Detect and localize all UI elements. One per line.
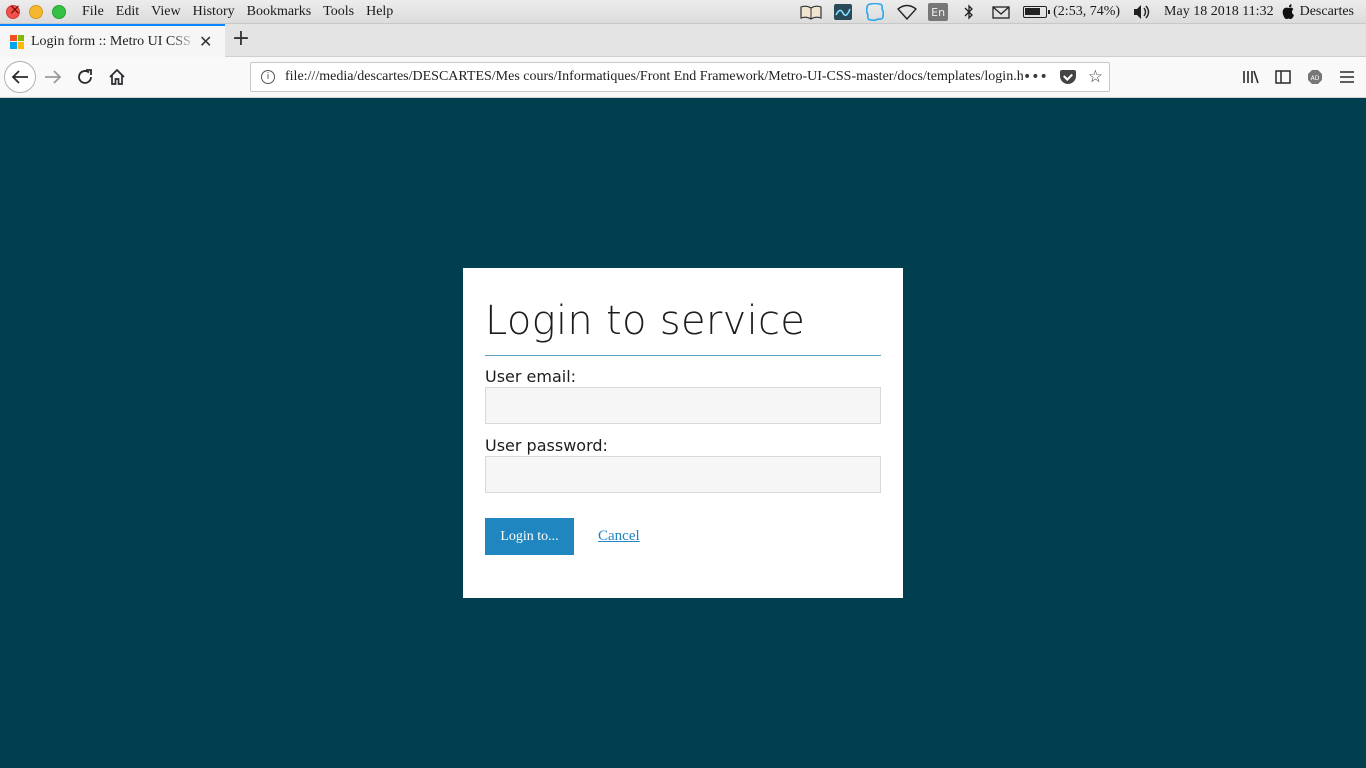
window-controls xyxy=(6,2,66,19)
cancel-link[interactable]: Cancel xyxy=(598,528,640,545)
forward-button[interactable] xyxy=(37,61,69,93)
arrow-left-icon xyxy=(11,70,28,84)
reload-button[interactable] xyxy=(69,61,101,93)
minimize-window-button[interactable] xyxy=(29,4,43,19)
close-tab-icon[interactable]: ✕ xyxy=(199,32,212,51)
address-bar[interactable]: i file:///media/descartes/DESCARTES/Mes … xyxy=(250,62,1110,92)
monitor-app-icon[interactable] xyxy=(832,3,854,21)
favicon-square xyxy=(17,34,24,41)
page-actions-icon[interactable]: ••• xyxy=(1023,69,1048,85)
os-menubar: File Edit View History Bookmarks Tools H… xyxy=(0,0,1366,24)
extension-button[interactable]: AD xyxy=(1302,61,1328,93)
menu-file[interactable]: File xyxy=(82,4,104,20)
favicon-square xyxy=(17,42,24,49)
keyboard-layout-indicator[interactable]: En xyxy=(928,3,949,21)
sidebar-button[interactable] xyxy=(1270,61,1296,93)
clock[interactable]: May 18 2018 11:32 xyxy=(1164,4,1274,20)
zoom-window-button[interactable] xyxy=(52,4,66,19)
reload-icon xyxy=(78,69,92,84)
tab-strip: Login form :: Metro UI CSS - Th ✕ + xyxy=(0,24,1366,57)
arrow-right-icon xyxy=(45,70,62,84)
menu-history[interactable]: History xyxy=(193,4,235,20)
menu-bookmarks[interactable]: Bookmarks xyxy=(247,4,312,20)
home-icon xyxy=(109,69,125,85)
login-form: Login to service User email: User passwo… xyxy=(463,268,903,598)
library-icon xyxy=(1243,70,1259,84)
apple-icon[interactable] xyxy=(1282,3,1296,21)
favicon-square xyxy=(10,42,17,49)
info-icon[interactable]: i xyxy=(261,70,275,84)
email-field[interactable] xyxy=(485,387,881,424)
status-tray: En (2:53, 74%) May 18 2018 11:32 Descart… xyxy=(795,0,1360,24)
wifi-icon[interactable] xyxy=(896,3,918,21)
toolbar-right: AD xyxy=(1238,61,1360,93)
pocket-icon[interactable] xyxy=(1059,70,1076,84)
menu-help[interactable]: Help xyxy=(366,4,393,20)
login-button[interactable]: Login to... xyxy=(485,518,574,555)
bluetooth-icon[interactable] xyxy=(958,3,980,21)
sidebar-icon xyxy=(1275,70,1291,84)
adblock-icon: AD xyxy=(1308,70,1322,84)
menu-edit[interactable]: Edit xyxy=(116,4,139,20)
favicon-square xyxy=(10,34,17,41)
battery-status[interactable]: (2:53, 74%) xyxy=(1053,4,1120,20)
email-label: User email: xyxy=(485,367,577,386)
menu-view[interactable]: View xyxy=(151,4,180,20)
mail-icon[interactable] xyxy=(990,3,1012,21)
form-actions: Login to... Cancel xyxy=(485,518,881,555)
navigation-toolbar: i file:///media/descartes/DESCARTES/Mes … xyxy=(0,57,1366,98)
svg-text:AD: AD xyxy=(1311,75,1320,82)
url-actions: ••• ☆ xyxy=(1023,67,1103,87)
tab-title: Login form :: Metro UI CSS - Th xyxy=(31,33,196,49)
book-icon[interactable] xyxy=(800,3,822,21)
home-button[interactable] xyxy=(101,61,133,93)
user-name[interactable]: Descartes xyxy=(1300,4,1354,20)
hamburger-menu-icon xyxy=(1340,71,1354,83)
menu-tools[interactable]: Tools xyxy=(323,4,354,20)
battery-icon xyxy=(1023,6,1051,18)
new-tab-button[interactable]: + xyxy=(230,28,252,52)
volume-icon[interactable] xyxy=(1131,3,1153,21)
url-text[interactable]: file:///media/descartes/DESCARTES/Mes co… xyxy=(285,69,1023,85)
menu-button[interactable] xyxy=(1334,61,1360,93)
password-field[interactable] xyxy=(485,456,881,493)
windows-logo-icon xyxy=(10,34,24,49)
close-window-button[interactable] xyxy=(6,2,21,19)
tab-login-form[interactable]: Login form :: Metro UI CSS - Th ✕ xyxy=(0,24,225,57)
library-button[interactable] xyxy=(1238,61,1264,93)
bookmark-star-icon[interactable]: ☆ xyxy=(1088,67,1103,87)
back-button[interactable] xyxy=(4,61,36,93)
page-title: Login to service xyxy=(485,290,881,356)
skype-icon[interactable] xyxy=(864,3,886,21)
password-label: User password: xyxy=(485,436,608,455)
